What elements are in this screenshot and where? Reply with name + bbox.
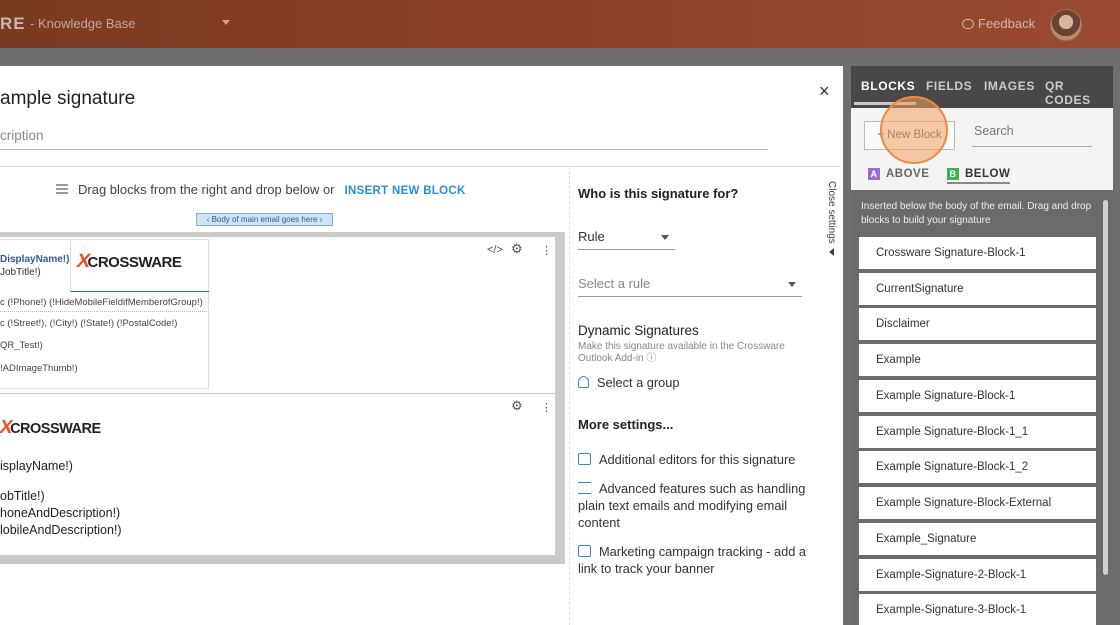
page-title: ample signature: [0, 88, 136, 109]
list-item[interactable]: Example_Signature: [859, 523, 1096, 555]
editors-label: Additional editors for this signature: [599, 452, 796, 467]
signature-table: DisplayName!) JobTitle!) XCROSSWARE c (!…: [0, 239, 209, 389]
tab-above[interactable]: A ABOVE: [868, 168, 929, 180]
drag-hint-text: Drag blocks from the right and drop belo…: [78, 182, 335, 197]
tab-blocks[interactable]: BLOCKS: [861, 79, 915, 93]
scrollbar[interactable]: [1103, 200, 1108, 575]
qr-row: QR_Test!): [0, 340, 43, 351]
above-label: ABOVE: [886, 168, 930, 180]
body-placeholder-tag: ‹ Body of main email goes here ›: [196, 213, 333, 226]
search-input[interactable]: Search: [972, 124, 1092, 147]
who-heading: Who is this signature for?: [578, 186, 739, 201]
dynamic-description: Make this signature available in the Cro…: [578, 341, 785, 364]
list-item[interactable]: CurrentSignature: [859, 273, 1096, 305]
avatar[interactable]: [1050, 9, 1082, 41]
tab-qr-codes[interactable]: QR CODES: [1045, 79, 1113, 107]
panel-tabs: BLOCKS FIELDS IMAGES QR CODES: [851, 66, 1113, 107]
more-settings-heading: More settings...: [578, 417, 674, 432]
rule-select[interactable]: Rule: [578, 229, 675, 250]
list-item[interactable]: Disclaimer: [859, 308, 1096, 340]
app-logo: RE: [0, 14, 26, 33]
list-item[interactable]: Example Signature-Block-1_2: [859, 451, 1096, 483]
select-group-label: Select a group: [597, 375, 680, 390]
workspace-selector[interactable]: - Knowledge Base: [30, 16, 136, 31]
feedback-link[interactable]: Feedback: [962, 16, 1035, 31]
list-note: Inserted below the body of the email. Dr…: [861, 201, 1092, 226]
list-item[interactable]: Example Signature-Block-1: [859, 380, 1096, 412]
address-row: c (!Street!), (!City!) (!State!) (!Posta…: [0, 318, 178, 329]
gear-icon[interactable]: ⚙: [511, 241, 523, 257]
lock-icon: [578, 453, 591, 465]
phone-row: c (!Phone!) (!HideMobileFieldifMemberofG…: [0, 297, 209, 312]
divider: [0, 166, 840, 167]
advanced-link[interactable]: Advanced features such as handling plain…: [578, 480, 823, 531]
chevron-down-icon[interactable]: [222, 20, 230, 25]
editors-link[interactable]: Additional editors for this signature: [578, 451, 823, 468]
display-name-field: DisplayName!): [0, 254, 70, 265]
logo-text: CROSSWARE: [10, 421, 101, 437]
signature-canvas: </> ⚙ ⋮ DisplayName!) JobTitle!) XCROSSW…: [0, 232, 565, 564]
active-tab-indicator: [854, 102, 916, 105]
chevron-down-icon: [788, 282, 796, 287]
logo-cell: XCROSSWARE: [70, 240, 209, 292]
close-settings-label: Close settings: [826, 181, 837, 244]
marketing-label: Marketing campaign tracking - add a link…: [578, 544, 806, 576]
signature-editor-dialog: ample signature × cription Drag blocks f…: [0, 66, 843, 625]
phone-field: honeAndDescription!): [0, 506, 121, 520]
user-icon: [578, 376, 589, 388]
close-settings-toggle[interactable]: Close settings: [819, 181, 837, 261]
list-item[interactable]: Example-Signature-3-Block-1: [859, 594, 1096, 625]
more-icon[interactable]: ⋮: [541, 244, 552, 257]
feedback-label: Feedback: [978, 16, 1036, 31]
select-rule-placeholder: Select a rule: [578, 276, 651, 291]
image-row: !ADImageThumb!): [0, 363, 78, 374]
tab-fields[interactable]: FIELDS: [926, 79, 972, 93]
rule-value: Rule: [578, 229, 605, 244]
code-icon[interactable]: </>: [487, 244, 503, 256]
list-item[interactable]: Example-Signature-2-Block-1: [859, 559, 1096, 591]
marketing-link[interactable]: Marketing campaign tracking - add a link…: [578, 543, 823, 577]
new-block-button[interactable]: + New Block: [864, 121, 955, 150]
below-label: BELOW: [965, 168, 1011, 180]
list-item[interactable]: Example Signature-Block-1_1: [859, 416, 1096, 448]
select-group-button[interactable]: Select a group: [578, 374, 823, 391]
display-name-field: isplayName!): [0, 459, 73, 473]
drag-grid-icon: [56, 184, 68, 194]
below-badge: B: [947, 168, 959, 180]
panel-body: + New Block Search A ABOVE B BELOW Inserte…: [851, 96, 1113, 625]
crossware-logo: XCROSSWARE: [0, 416, 101, 437]
crossware-logo: XCROSSWARE: [74, 250, 182, 272]
logo-text: CROSSWARE: [87, 254, 182, 271]
insert-new-block-link[interactable]: INSERT NEW BLOCK: [345, 185, 466, 197]
description-field[interactable]: cription: [0, 128, 768, 150]
banner-icon: [578, 545, 591, 557]
gear-icon[interactable]: ⚙: [511, 398, 523, 414]
chevron-left-icon: [828, 247, 834, 256]
drag-hint: Drag blocks from the right and drop belo…: [56, 182, 466, 197]
mobile-field: lobileAndDescription!): [0, 523, 122, 537]
chat-bubble-icon: [962, 19, 974, 29]
tab-images[interactable]: IMAGES: [984, 79, 1035, 93]
job-title-field: obTitle!): [0, 489, 45, 503]
list-item[interactable]: Crossware Signature-Block-1: [859, 237, 1096, 269]
sliders-icon: [578, 482, 591, 494]
advanced-label: Advanced features such as handling plain…: [578, 481, 806, 530]
select-rule-dropdown[interactable]: Select a rule: [578, 276, 802, 297]
chevron-down-icon: [661, 235, 669, 240]
top-bar: RE - Knowledge Base Feedback: [0, 0, 1120, 48]
signature-block[interactable]: ⚙ ⋮ XCROSSWARE isplayName!) obTitle!) ho…: [0, 394, 555, 555]
job-title-field: JobTitle!): [0, 267, 41, 278]
tab-below[interactable]: B BELOW: [947, 168, 1011, 184]
more-icon[interactable]: ⋮: [541, 401, 552, 414]
close-icon[interactable]: ×: [819, 81, 830, 102]
signature-block[interactable]: </> ⚙ ⋮ DisplayName!) JobTitle!) XCROSSW…: [0, 237, 555, 393]
dynamic-heading: Dynamic Signatures: [578, 323, 699, 338]
list-item[interactable]: Example Signature-Block-External: [859, 487, 1096, 519]
list-item[interactable]: Example: [859, 344, 1096, 376]
divider: [569, 166, 570, 625]
block-list: Inserted below the body of the email. Dr…: [851, 190, 1113, 625]
blocks-panel: BLOCKS FIELDS IMAGES QR CODES + New Bloc…: [851, 66, 1113, 625]
above-badge: A: [868, 168, 880, 180]
